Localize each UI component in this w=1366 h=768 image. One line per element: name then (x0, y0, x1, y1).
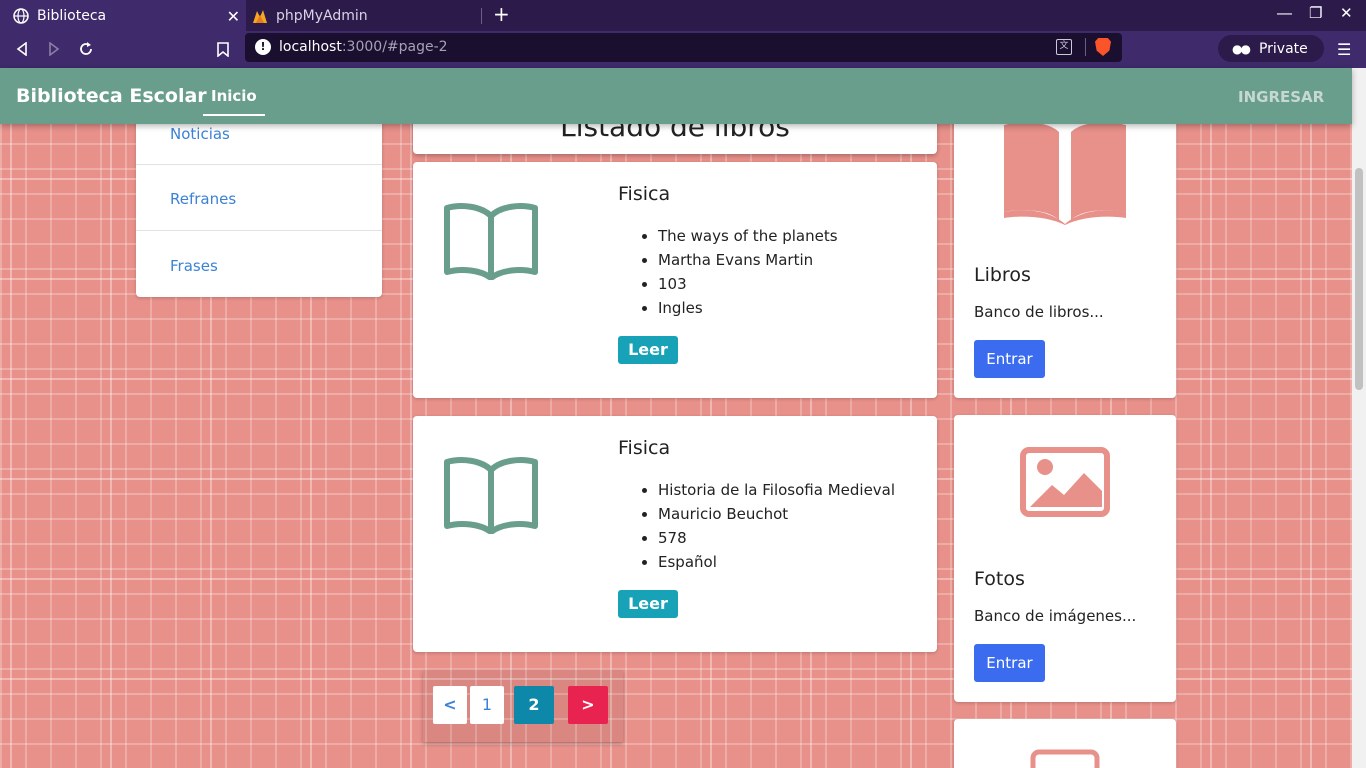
private-window-badge[interactable]: ●● Private (1218, 35, 1324, 62)
next-page-button[interactable]: > (568, 686, 608, 724)
card-icon (1030, 749, 1100, 768)
page-scrollbar[interactable] (1352, 68, 1366, 768)
translate-icon[interactable]: 文 (1056, 39, 1072, 55)
sidebar-item-label[interactable]: Frases (170, 257, 218, 275)
fotos-card: Fotos Banco de imágenes... Entrar (954, 415, 1176, 702)
address-divider (1085, 38, 1086, 56)
site-brand[interactable]: Biblioteca Escolar (16, 85, 207, 107)
sidebar-item-frases[interactable]: Frases (136, 230, 382, 296)
book-author: Martha Evans Martin (658, 248, 838, 272)
nav-link-inicio[interactable]: Inicio (203, 87, 265, 116)
page-2-button[interactable]: 2 (514, 686, 554, 724)
address-bar[interactable]: ! localhost:3000/#page-2 文 (245, 33, 1122, 62)
maximize-icon[interactable]: ❐ (1309, 4, 1322, 22)
card-text: Banco de imágenes... (974, 607, 1137, 625)
book-pages: 578 (658, 526, 895, 550)
tab-phpmyadmin[interactable]: phpMyAdmin (246, 0, 482, 31)
private-glasses-icon: ●● (1232, 41, 1251, 56)
bookmark-icon[interactable] (213, 39, 233, 59)
book-language: Ingles (658, 296, 838, 320)
private-label: Private (1258, 40, 1308, 57)
side-card-partial (954, 719, 1176, 768)
book-language: Español (658, 550, 895, 574)
close-tab-icon[interactable]: ✕ (227, 7, 240, 26)
book-title: The ways of the planets (658, 224, 838, 248)
book-title: Historia de la Filosofia Medieval (658, 478, 895, 502)
read-button[interactable]: Leer (618, 590, 678, 618)
minimize-icon[interactable]: ― (1277, 4, 1292, 22)
tab-title: phpMyAdmin (276, 7, 368, 24)
nav-link-ingresar[interactable]: INGRESAR (1238, 88, 1324, 106)
phpmyadmin-icon (252, 8, 268, 24)
globe-icon (13, 7, 29, 24)
back-icon[interactable] (12, 39, 32, 59)
browser-menu-icon[interactable]: ☰ (1337, 40, 1351, 59)
enter-button[interactable]: Entrar (974, 644, 1045, 682)
sidebar-item-refranes[interactable]: Refranes (136, 164, 382, 230)
prev-page-button[interactable]: < (433, 686, 467, 724)
sidebar-item-label[interactable]: Noticias (170, 125, 230, 143)
tab-divider (481, 8, 482, 24)
read-button[interactable]: Leer (618, 336, 678, 364)
book-author: Mauricio Beuchot (658, 502, 895, 526)
enter-button[interactable]: Entrar (974, 340, 1045, 378)
card-text: Banco de libros... (974, 303, 1104, 321)
site-navbar: Biblioteca Escolar Inicio INGRESAR (0, 68, 1352, 124)
open-book-icon (444, 457, 538, 534)
brave-shield-icon[interactable] (1095, 38, 1111, 56)
book-category: Fisica (618, 437, 671, 459)
close-window-icon[interactable]: ✕ (1340, 4, 1353, 22)
book-icon (1004, 122, 1126, 225)
tab-biblioteca[interactable]: Biblioteca ✕ (0, 0, 246, 31)
card-title: Fotos (974, 568, 1025, 590)
book-category: Fisica (618, 183, 671, 205)
site-info-icon[interactable]: ! (255, 39, 271, 55)
book-card: Fisica Historia de la Filosofia Medieval… (413, 416, 937, 652)
scrollbar-thumb[interactable] (1355, 168, 1363, 390)
book-details-list: Historia de la Filosofia Medieval Mauric… (658, 478, 895, 574)
new-tab-icon[interactable]: + (493, 4, 510, 24)
reload-icon[interactable] (76, 39, 96, 59)
pagination: < 1 2 > (423, 670, 623, 742)
open-book-icon (444, 203, 538, 280)
book-card: Fisica The ways of the planets Martha Ev… (413, 162, 937, 398)
sidebar-menu: Noticias Refranes Frases (136, 100, 382, 297)
book-pages: 103 (658, 272, 838, 296)
card-title: Libros (974, 264, 1031, 286)
image-icon (1020, 447, 1110, 517)
url-text[interactable]: localhost:3000/#page-2 (279, 39, 448, 55)
tab-title: Biblioteca (37, 7, 107, 24)
forward-icon[interactable] (44, 39, 64, 59)
libros-card: Libros Banco de libros... Entrar (954, 100, 1176, 398)
sidebar-item-label[interactable]: Refranes (170, 190, 236, 208)
browser-tabbar: Biblioteca ✕ phpMyAdmin + ― ❐ ✕ (0, 0, 1366, 31)
book-details-list: The ways of the planets Martha Evans Mar… (658, 224, 838, 320)
page-1-button[interactable]: 1 (470, 686, 504, 724)
